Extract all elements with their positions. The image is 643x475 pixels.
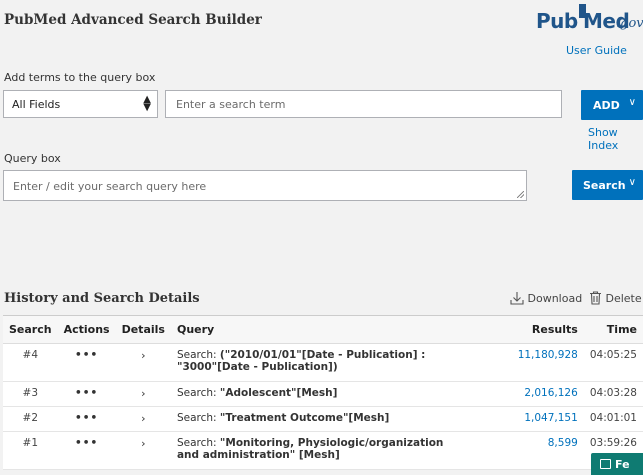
table-row: #3 ••• › Search: "Adolescent"[Mesh] 2,01… [3, 381, 643, 407]
add-terms-label: Add terms to the query box [4, 71, 156, 84]
field-select-value: All Fields [12, 98, 61, 111]
actions-menu-icon[interactable]: ••• [57, 431, 116, 470]
query-prefix: Search: [176, 437, 220, 449]
user-guide-link[interactable]: User Guide [566, 44, 627, 57]
delete-label: Delete [605, 292, 642, 305]
query-text: Search: ("2010/01/01"[Date - Publication… [170, 343, 461, 382]
feedback-button[interactable]: Fe [591, 453, 643, 475]
search-term-placeholder: Enter a search term [176, 98, 286, 111]
search-button[interactable]: Search ∨ [572, 170, 643, 200]
download-label: Download [527, 292, 583, 305]
search-number: #4 [3, 343, 58, 382]
search-button-label: Search [583, 179, 626, 192]
results-link[interactable]: 1,047,151 [460, 406, 584, 432]
logo-gov: .gov [616, 16, 643, 31]
actions-menu-icon[interactable]: ••• [57, 343, 116, 382]
query-prefix: Search: [176, 412, 220, 424]
query-text: Search: "Treatment Outcome"[Mesh] [170, 406, 461, 432]
page-title: PubMed Advanced Search Builder [4, 12, 262, 28]
details-chevron-icon[interactable]: › [115, 343, 171, 382]
results-link[interactable]: 2,016,126 [460, 381, 584, 407]
details-chevron-icon[interactable]: › [115, 406, 171, 432]
query-prefix: Search: [176, 387, 220, 399]
actions-menu-icon[interactable]: ••• [57, 406, 116, 432]
add-button-label: ADD [593, 99, 620, 112]
resize-handle-icon[interactable] [517, 191, 524, 198]
col-time: Time [583, 315, 643, 344]
chevron-down-icon: ∨ [628, 97, 636, 108]
download-icon [510, 292, 524, 305]
history-title: History and Search Details [4, 291, 200, 306]
query-box-label: Query box [4, 152, 61, 165]
details-chevron-icon[interactable]: › [115, 431, 171, 470]
field-select[interactable]: All Fields ▲ ▼ [3, 90, 158, 118]
query-string: "Adolescent"[Mesh] [219, 387, 338, 399]
sort-arrows-icon: ▲ ▼ [143, 94, 151, 113]
results-link[interactable]: 8,599 [460, 431, 584, 470]
query-string: "Treatment Outcome"[Mesh] [219, 412, 390, 424]
feedback-label: Fe [615, 458, 630, 471]
query-text: Search: "Adolescent"[Mesh] [170, 381, 461, 407]
query-prefix: Search: [176, 349, 220, 361]
col-details: Details [115, 315, 171, 344]
search-time: 04:01:01 [583, 406, 643, 432]
delete-button[interactable]: Delete [589, 291, 642, 305]
col-query: Query [170, 315, 461, 344]
history-header-row: Search Actions Details Query Results Tim… [3, 315, 643, 344]
table-row: #1 ••• › Search: "Monitoring, Physiologi… [3, 431, 643, 470]
col-actions: Actions [57, 315, 116, 344]
show-index-link[interactable]: Show Index [588, 126, 643, 152]
table-row: #2 ••• › Search: "Treatment Outcome"[Mes… [3, 406, 643, 432]
query-box-placeholder: Enter / edit your search query here [13, 180, 207, 193]
col-results: Results [460, 315, 584, 344]
search-time: 04:05:25 [583, 343, 643, 382]
query-text: Search: "Monitoring, Physiologic/organiz… [170, 431, 461, 470]
details-chevron-icon[interactable]: › [115, 381, 171, 407]
table-row: #4 ••• › Search: ("2010/01/01"[Date - Pu… [3, 343, 643, 382]
trash-icon [590, 291, 601, 305]
results-link[interactable]: 11,180,928 [460, 343, 584, 382]
search-number: #1 [3, 431, 58, 470]
logo-pub: Pub [536, 9, 578, 33]
query-box-textarea[interactable]: Enter / edit your search query here [3, 170, 527, 201]
search-time: 04:03:28 [583, 381, 643, 407]
download-button[interactable]: Download [510, 291, 582, 305]
search-number: #3 [3, 381, 58, 407]
add-button[interactable]: ADD ∨ [581, 90, 643, 120]
search-number: #2 [3, 406, 58, 432]
search-term-input[interactable]: Enter a search term [165, 90, 562, 118]
chevron-down-icon: ∨ [628, 177, 636, 188]
actions-menu-icon[interactable]: ••• [57, 381, 116, 407]
pubmed-logo[interactable]: Pub Med .gov [536, 4, 643, 42]
history-table: Search Actions Details Query Results Tim… [3, 315, 643, 470]
col-search: Search [3, 315, 58, 344]
